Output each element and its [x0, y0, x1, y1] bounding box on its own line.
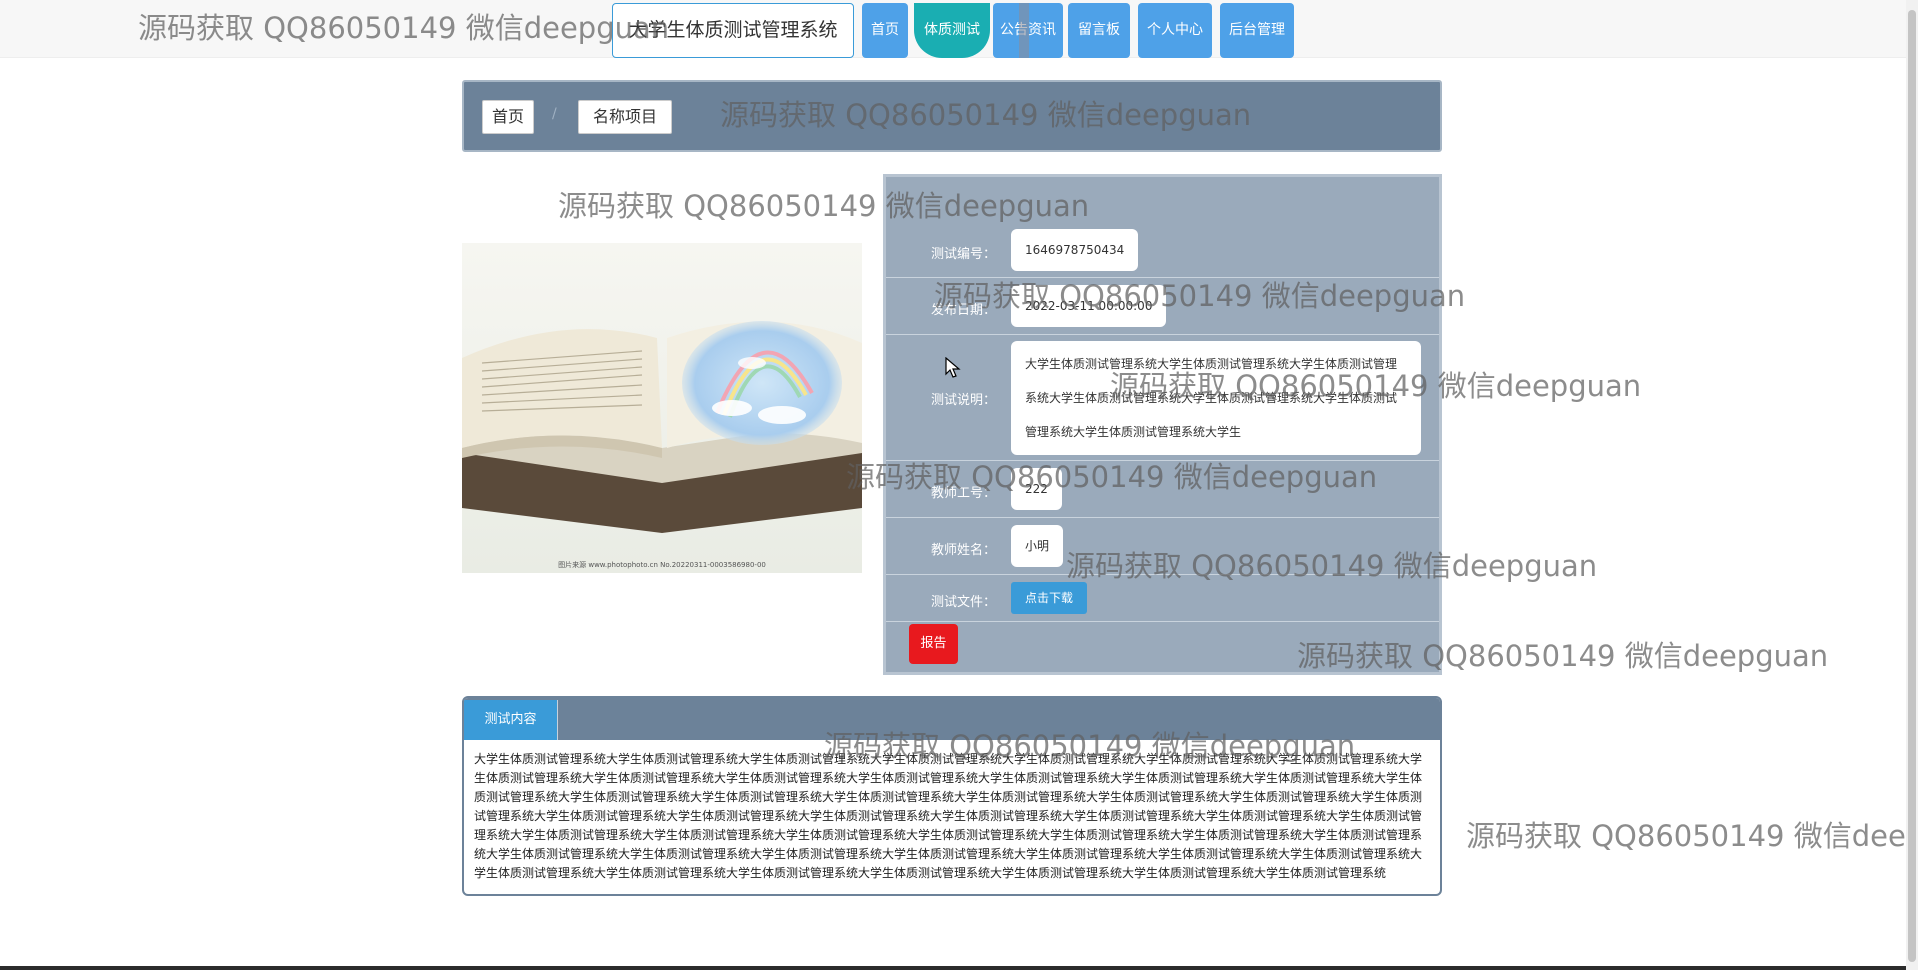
watermark: 源码获取 QQ86050149 微信deepguan	[558, 189, 1090, 223]
watermark: 源码获取 QQ86050149 微信deepguan	[1110, 369, 1642, 403]
teacher-name-label: 教师姓名：	[930, 543, 996, 558]
test-file-label: 测试文件：	[930, 595, 996, 610]
watermark: 源码获取 QQ86050149 微信deepguan	[934, 279, 1466, 313]
nav-admin[interactable]: 后台管理	[1220, 3, 1294, 58]
report-button[interactable]: 报告	[909, 624, 958, 664]
nav-personal-center[interactable]: 个人中心	[1138, 3, 1212, 58]
teacher-name-value: 小明	[1011, 525, 1064, 567]
test-content-text: 大学生体质测试管理系统大学生体质测试管理系统大学生体质测试管理系统大学生体质测试…	[474, 752, 1423, 880]
page-scrollbar[interactable]	[1906, 0, 1918, 970]
breadcrumb-current[interactable]: 名称项目	[578, 100, 672, 134]
scrollbar-thumb[interactable]	[1908, 10, 1916, 962]
download-button[interactable]: 点击下载	[1011, 582, 1088, 614]
watermark: 源码获取 QQ86050149 微信deep	[1466, 819, 1918, 853]
breadcrumb-home[interactable]: 首页	[482, 100, 534, 134]
description-label: 测试说明：	[930, 393, 996, 408]
nav-fitness-test[interactable]: 体质测试	[914, 3, 990, 58]
item-image: 图片来源 www.photophoto.cn No.20220311-00035…	[462, 243, 862, 573]
taskbar-edge	[0, 966, 1906, 970]
watermark: 源码获取 QQ86050149 微信deepguan	[824, 729, 1356, 763]
watermark: 源码获取 QQ86050149 微信deepguan	[1297, 639, 1829, 673]
image-caption: 图片来源 www.photophoto.cn No.20220311-00035…	[558, 560, 766, 569]
test-id-label: 测试编号：	[930, 247, 996, 262]
watermark: 源码获取 QQ86050149 微信deepguan	[138, 11, 670, 45]
nav-home[interactable]: 首页	[862, 3, 908, 58]
watermark: 源码获取 QQ86050149 微信deepguan	[720, 98, 1252, 132]
watermark: 源码获取 QQ86050149 微信deepguan	[846, 460, 1378, 494]
test-id-value: 1646978750434	[1011, 229, 1139, 271]
nav-overflow-indicator	[1019, 3, 1029, 58]
breadcrumb-separator: /	[552, 106, 557, 122]
tab-test-content[interactable]: 测试内容	[464, 700, 558, 740]
detail-row-test-id: 测试编号： 1646978750434	[886, 223, 1439, 278]
watermark: 源码获取 QQ86050149 微信deepguan	[1066, 549, 1598, 583]
nav-message-board[interactable]: 留言板	[1068, 3, 1130, 58]
mouse-cursor-icon	[945, 357, 961, 378]
detail-panel: 测试编号： 1646978750434 发布日期： 2022-03-11 00:…	[883, 174, 1442, 675]
